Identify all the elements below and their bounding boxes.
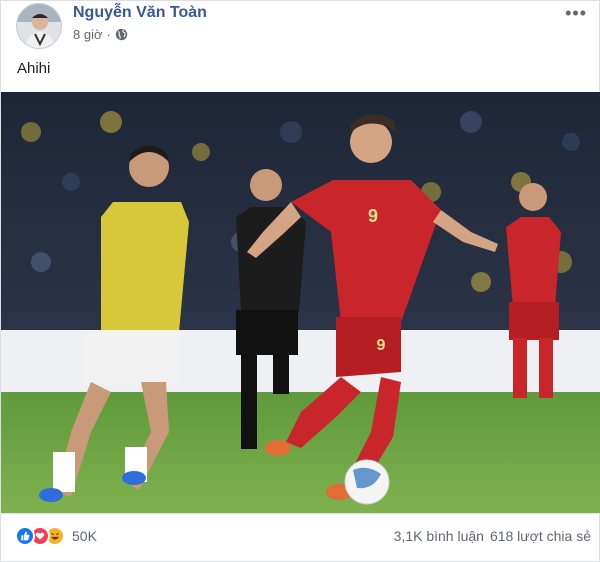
post-photo[interactable]: 9 9 [1, 92, 600, 513]
avatar-image [17, 4, 61, 48]
football [344, 459, 390, 505]
post-footer: 50K 3,1K bình luận 618 lượt chia sẻ [1, 513, 600, 561]
post-timestamp[interactable]: 8 giờ [73, 27, 103, 42]
globe-icon[interactable] [115, 28, 128, 41]
author-name[interactable]: Nguyễn Văn Toàn [73, 4, 207, 22]
engagement-stats: 3,1K bình luận 618 lượt chia sẻ [394, 528, 591, 544]
shorts-number: 9 [377, 337, 386, 354]
facebook-post: Nguyễn Văn Toàn 8 giờ · ••• Ahihi 9 9 50… [0, 0, 600, 562]
meta-separator: · [106, 27, 111, 42]
share-count[interactable]: 618 lượt chia sẻ [490, 528, 591, 544]
author-avatar[interactable] [16, 3, 62, 49]
like-icon [15, 526, 35, 546]
reaction-count: 50K [72, 528, 97, 544]
post-meta: 8 giờ · [73, 27, 128, 42]
reaction-summary[interactable]: 50K [15, 526, 97, 546]
more-options-icon[interactable]: ••• [565, 3, 587, 24]
post-text: Ahihi [17, 60, 51, 77]
comment-count[interactable]: 3,1K bình luận [394, 528, 484, 544]
jersey-number: 9 [368, 206, 378, 226]
